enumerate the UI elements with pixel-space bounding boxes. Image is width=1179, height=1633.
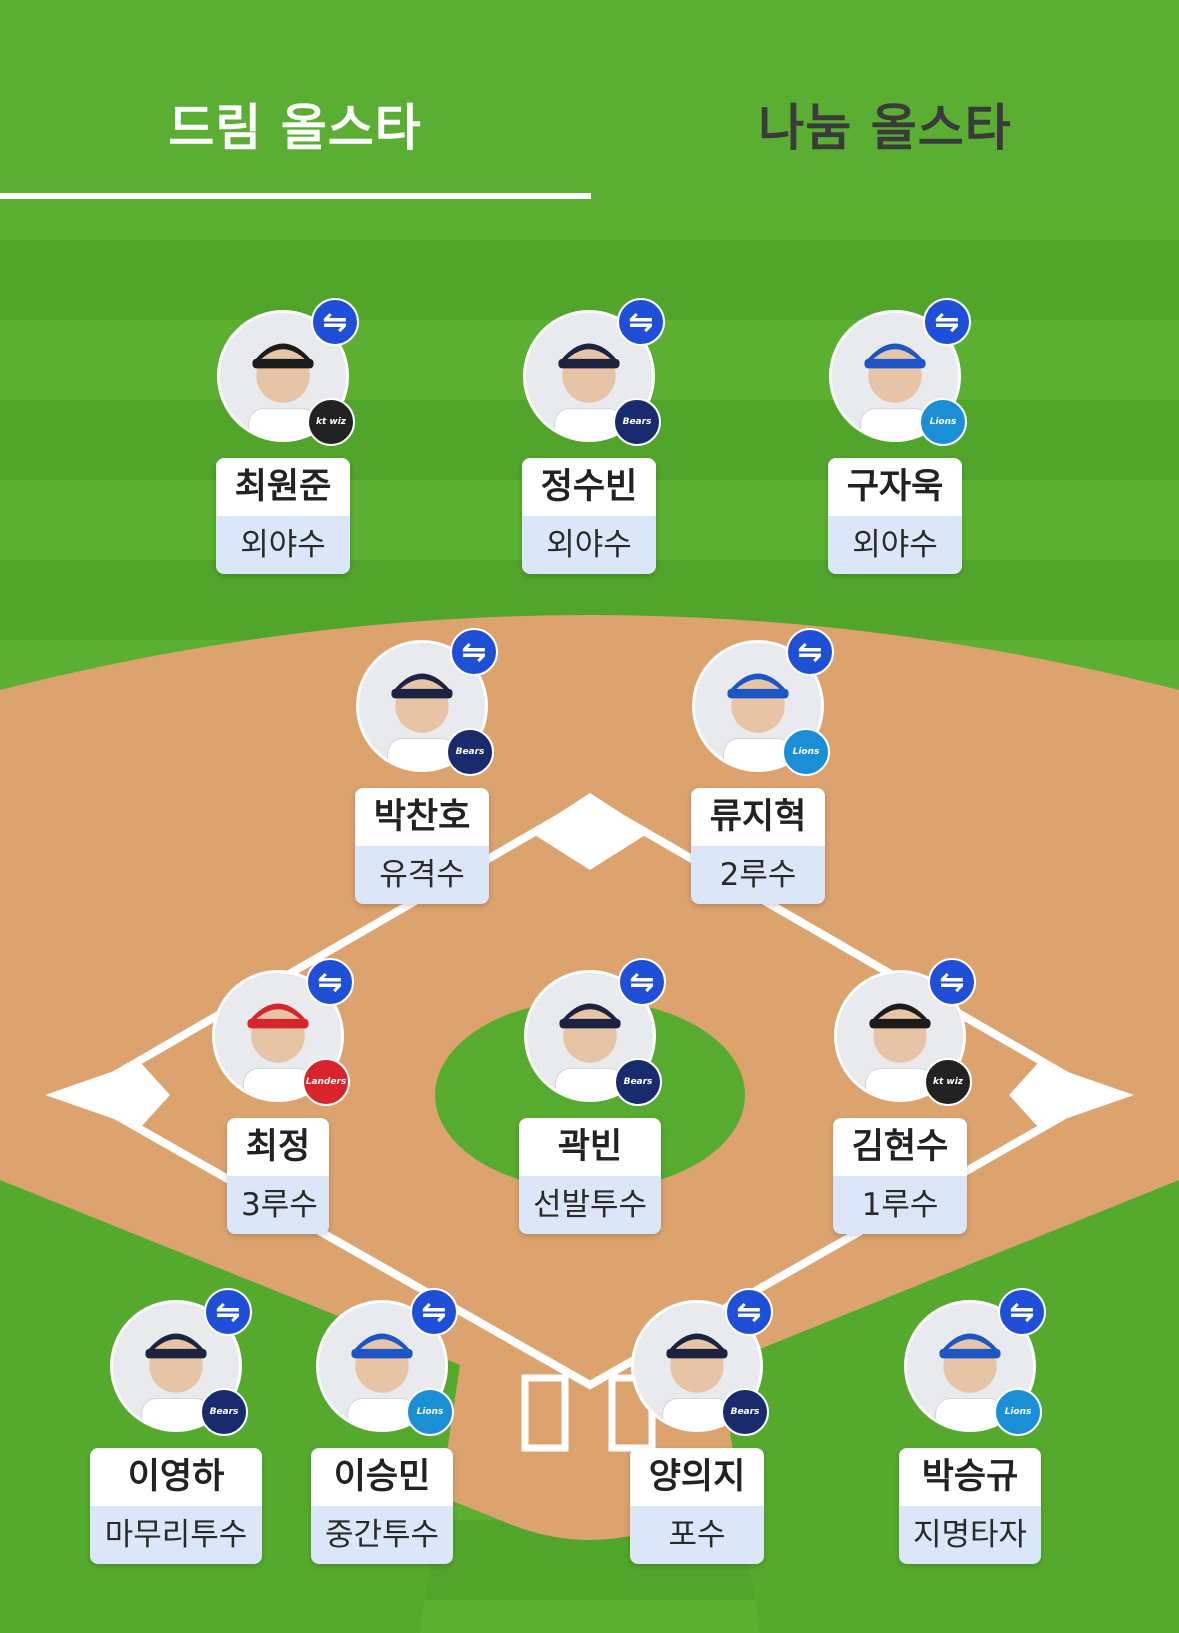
player-card: 박승규 지명타자 <box>899 1448 1041 1564</box>
player-card: 양의지 포수 <box>630 1448 764 1564</box>
player-name: 곽빈 <box>519 1118 661 1176</box>
swap-player-icon[interactable]: ⇋ <box>923 298 971 346</box>
player-slot[interactable]: ⇋ Bears 정수빈 외야수 <box>499 298 679 590</box>
bears-logo-icon: Bears <box>200 1388 248 1436</box>
ktwiz-logo-icon: kt wiz <box>307 398 355 446</box>
player-card: 박찬호 유격수 <box>355 788 489 904</box>
player-card: 구자욱 외야수 <box>828 458 962 574</box>
bears-logo-icon: Bears <box>721 1388 769 1436</box>
landers-logo-icon: Landers <box>302 1058 350 1106</box>
swap-player-icon[interactable]: ⇋ <box>306 958 354 1006</box>
player-card: 류지혁 2루수 <box>691 788 825 904</box>
lions-logo-icon: Lions <box>994 1388 1042 1436</box>
player-position: 중간투수 <box>311 1506 453 1564</box>
swap-player-icon[interactable]: ⇋ <box>450 628 498 676</box>
player-slot[interactable]: ⇋ Lions 류지혁 2루수 <box>668 628 848 920</box>
player-card: 이승민 중간투수 <box>311 1448 453 1564</box>
lions-logo-icon: Lions <box>919 398 967 446</box>
player-card: 최원준 외야수 <box>216 458 350 574</box>
swap-player-icon[interactable]: ⇋ <box>786 628 834 676</box>
player-position: 외야수 <box>522 516 656 574</box>
player-slot[interactable]: ⇋ kt wiz 김현수 1루수 <box>810 958 990 1250</box>
player-card: 이영하 마무리투수 <box>90 1448 262 1564</box>
player-position: 3루수 <box>227 1176 329 1234</box>
player-position: 외야수 <box>216 516 350 574</box>
player-name: 류지혁 <box>691 788 825 846</box>
player-slot[interactable]: ⇋ Bears 박찬호 유격수 <box>332 628 512 920</box>
swap-player-icon[interactable]: ⇋ <box>618 958 666 1006</box>
player-position: 외야수 <box>828 516 962 574</box>
player-position: 선발투수 <box>519 1176 661 1234</box>
player-card: 정수빈 외야수 <box>522 458 656 574</box>
player-name: 최정 <box>227 1118 329 1176</box>
ktwiz-logo-icon: kt wiz <box>924 1058 972 1106</box>
player-position: 마무리투수 <box>90 1506 262 1564</box>
swap-player-icon[interactable]: ⇋ <box>617 298 665 346</box>
player-slot[interactable]: ⇋ Lions 구자욱 외야수 <box>805 298 985 590</box>
player-card: 최정 3루수 <box>227 1118 329 1234</box>
lions-logo-icon: Lions <box>406 1388 454 1436</box>
team-tabs: 드림 올스타 나눔 올스타 <box>0 0 1179 200</box>
player-name: 박승규 <box>899 1448 1041 1506</box>
player-position: 지명타자 <box>899 1506 1041 1564</box>
bears-logo-icon: Bears <box>446 728 494 776</box>
bears-logo-icon: Bears <box>613 398 661 446</box>
swap-player-icon[interactable]: ⇋ <box>410 1288 458 1336</box>
swap-player-icon[interactable]: ⇋ <box>998 1288 1046 1336</box>
player-card: 김현수 1루수 <box>833 1118 967 1234</box>
player-position: 1루수 <box>833 1176 967 1234</box>
player-name: 양의지 <box>630 1448 764 1506</box>
swap-player-icon[interactable]: ⇋ <box>311 298 359 346</box>
tab-dream-allstar[interactable]: 드림 올스타 <box>0 88 590 160</box>
player-card: 곽빈 선발투수 <box>519 1118 661 1234</box>
swap-player-icon[interactable]: ⇋ <box>204 1288 252 1336</box>
active-tab-underline <box>0 193 591 199</box>
player-name: 이영하 <box>90 1448 262 1506</box>
player-slot[interactable]: ⇋ kt wiz 최원준 외야수 <box>193 298 373 590</box>
player-position: 2루수 <box>691 846 825 904</box>
player-name: 이승민 <box>311 1448 453 1506</box>
player-slot[interactable]: ⇋ Bears 양의지 포수 <box>607 1288 787 1580</box>
player-position: 유격수 <box>355 846 489 904</box>
player-slot[interactable]: ⇋ Lions 박승규 지명타자 <box>880 1288 1060 1580</box>
player-slot[interactable]: ⇋ Lions 이승민 중간투수 <box>292 1288 472 1580</box>
swap-player-icon[interactable]: ⇋ <box>725 1288 773 1336</box>
player-name: 박찬호 <box>355 788 489 846</box>
player-name: 정수빈 <box>522 458 656 516</box>
player-slot[interactable]: ⇋ Landers 최정 3루수 <box>188 958 368 1250</box>
player-name: 최원준 <box>216 458 350 516</box>
player-name: 구자욱 <box>828 458 962 516</box>
player-position: 포수 <box>630 1506 764 1564</box>
swap-player-icon[interactable]: ⇋ <box>928 958 976 1006</box>
lions-logo-icon: Lions <box>782 728 830 776</box>
player-name: 김현수 <box>833 1118 967 1176</box>
tab-nanum-allstar[interactable]: 나눔 올스타 <box>590 88 1179 160</box>
player-slot[interactable]: ⇋ Bears 이영하 마무리투수 <box>86 1288 266 1580</box>
player-slot[interactable]: ⇋ Bears 곽빈 선발투수 <box>500 958 680 1250</box>
bears-logo-icon: Bears <box>614 1058 662 1106</box>
